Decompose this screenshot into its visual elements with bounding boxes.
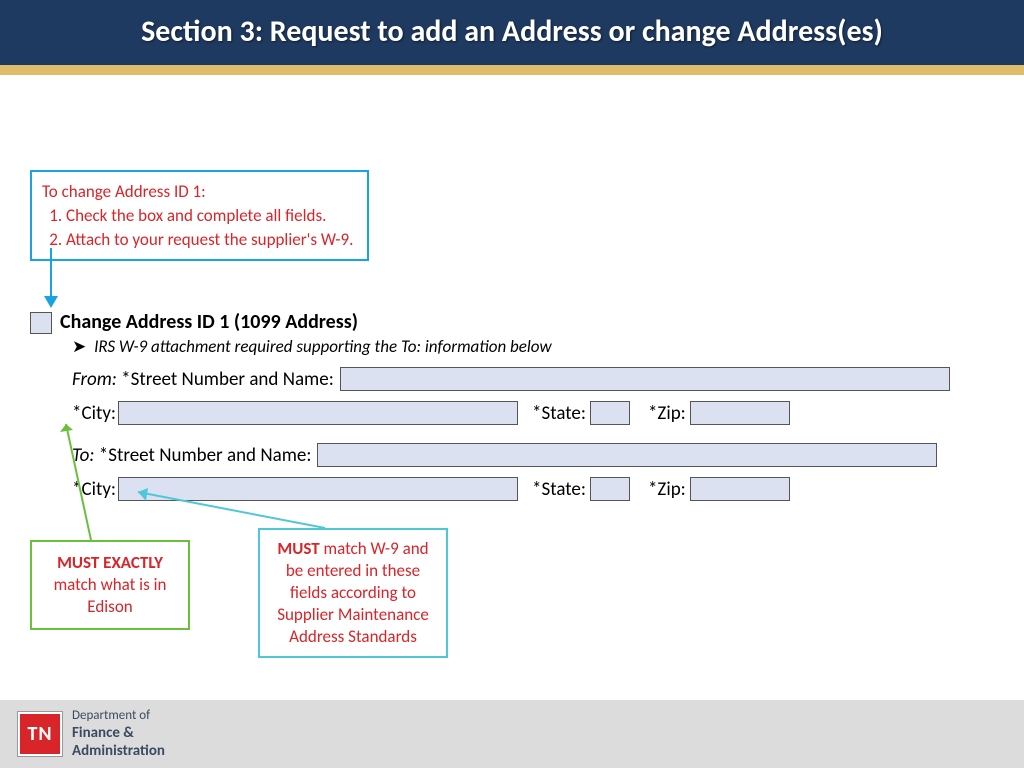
street-label: *Street Number and Name: [99,444,312,467]
change-address-checkbox[interactable] [30,312,52,334]
callout-item: Attach to your request the supplier's W-… [66,228,353,252]
state-label: *State: [532,402,586,425]
to-state-input[interactable] [590,477,630,501]
footer: TN Department of Finance & Administratio… [0,700,1024,768]
form-requirement-note: ➤ IRS W-9 attachment required supporting… [72,336,994,357]
callout-must-exactly: MUST EXACTLY match what is in Edison [30,540,190,630]
callout-item: Check the box and complete all fields. [66,204,353,228]
from-city-input[interactable] [118,401,518,425]
from-state-input[interactable] [590,401,630,425]
callout-intro: To change Address ID 1: [42,180,353,204]
arrow-down-icon [50,248,52,306]
to-zip-input[interactable] [690,477,790,501]
department-name: Department of Finance & Administration [72,708,165,760]
callout-instructions: To change Address ID 1: Check the box an… [30,170,369,261]
zip-label: *Zip: [648,402,686,425]
accent-strip [0,65,1024,75]
arrow-green-icon [63,418,103,540]
zip-label: *Zip: [648,478,686,501]
change-address-form: Change Address ID 1 (1099 Address) ➤ IRS… [30,310,994,501]
arrow-cyan-icon [130,488,330,530]
form-section-title: Change Address ID 1 (1099 Address) [60,310,358,334]
bullet-arrow-icon: ➤ [72,336,86,357]
from-zip-input[interactable] [690,401,790,425]
callout-must-match-w9: MUST match W-9 and be entered in these f… [258,528,448,658]
street-label: *Street Number and Name: [121,368,334,391]
state-label: *State: [532,478,586,501]
page-title: Section 3: Request to add an Address or … [0,0,1024,65]
tn-logo: TN [18,712,62,756]
from-street-input[interactable] [340,367,950,391]
from-label: From: [72,368,117,391]
to-street-input[interactable] [317,443,937,467]
